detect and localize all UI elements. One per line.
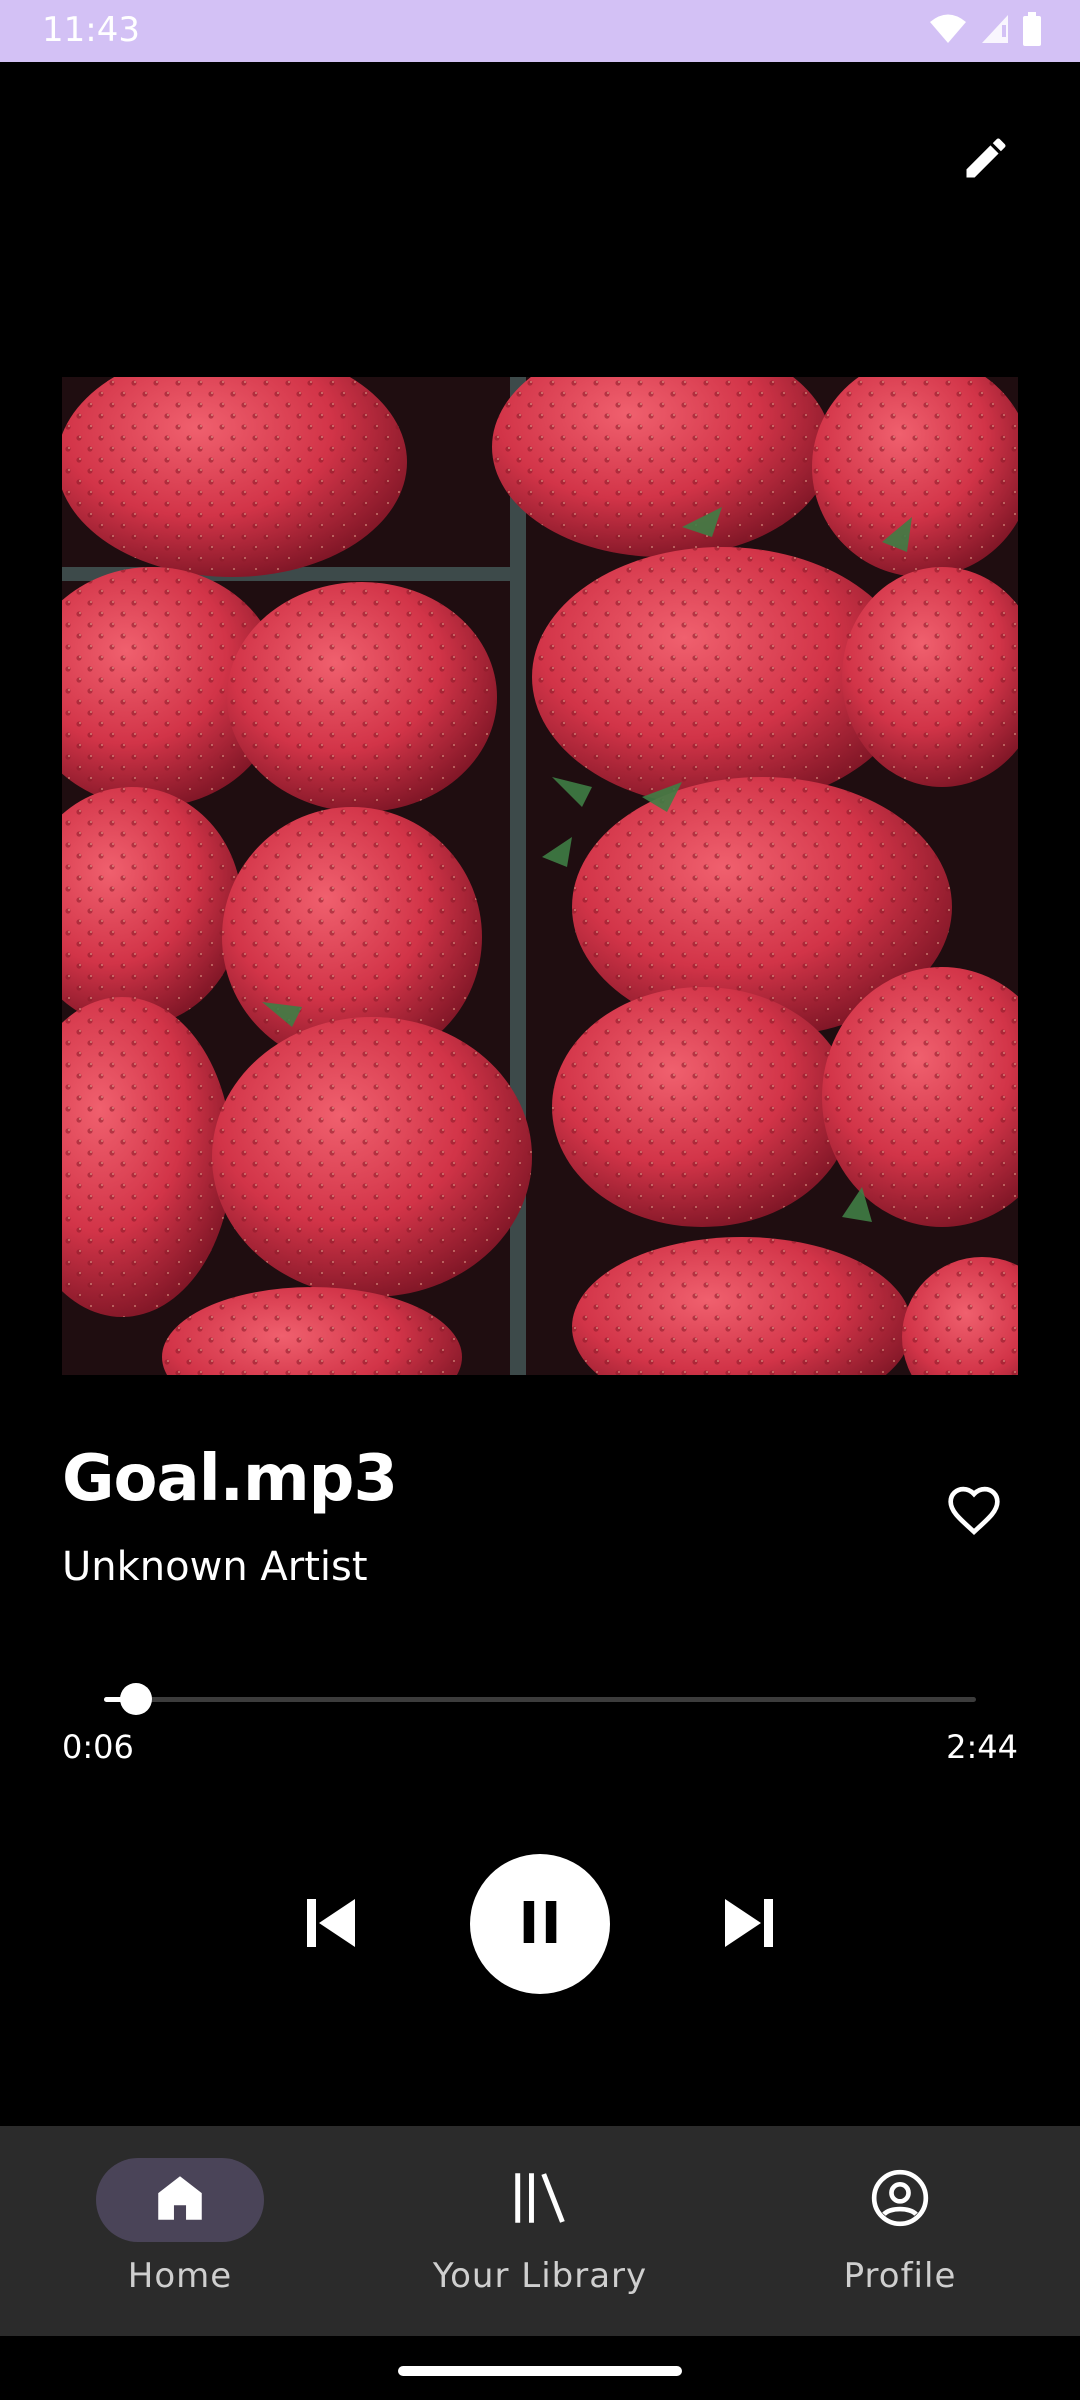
pause-icon — [512, 1894, 568, 1954]
time-total: 2:44 — [946, 1728, 1018, 1766]
nav-active-indicator — [96, 2158, 264, 2242]
status-bar: 11:43 — [0, 0, 1080, 62]
cell-signal-icon — [980, 13, 1010, 49]
home-gesture-bar[interactable] — [398, 2366, 682, 2376]
nav-icon-container — [456, 2158, 624, 2242]
player-screen: 11:43 Goal.mp3 Unknown Artist 0:06 2:44 … — [0, 0, 1080, 2400]
favorite-button[interactable] — [938, 1478, 1010, 1550]
previous-button[interactable] — [286, 1880, 376, 1970]
song-title: Goal.mp3 — [62, 1442, 398, 1516]
status-time: 11:43 — [42, 10, 140, 50]
heart-outline-icon — [946, 1484, 1002, 1544]
progress-thumb[interactable] — [120, 1683, 153, 1715]
edit-button[interactable] — [948, 122, 1024, 198]
song-artist: Unknown Artist — [62, 1544, 368, 1590]
nav-label-profile: Profile — [843, 2256, 957, 2296]
nav-item-library[interactable]: Your Library — [390, 2126, 690, 2336]
nav-item-profile[interactable]: Profile — [750, 2126, 1050, 2336]
skip-previous-icon — [295, 1887, 367, 1963]
status-icons — [928, 12, 1042, 50]
bottom-navigation: Home Your Library Profile — [0, 2126, 1080, 2336]
next-button[interactable] — [704, 1880, 794, 1970]
nav-icon-container — [816, 2158, 984, 2242]
nav-item-home[interactable]: Home — [30, 2126, 330, 2336]
album-artwork — [62, 377, 1018, 1375]
nav-label-home: Home — [127, 2256, 233, 2296]
account-circle-icon — [869, 2167, 931, 2233]
play-pause-button[interactable] — [470, 1854, 610, 1994]
skip-next-icon — [713, 1887, 785, 1963]
battery-icon — [1022, 12, 1042, 50]
progress-slider[interactable] — [104, 1683, 976, 1715]
album-artwork-strawberries — [62, 377, 1018, 1375]
wifi-icon — [928, 13, 968, 49]
home-icon — [151, 2169, 209, 2231]
time-elapsed: 0:06 — [62, 1728, 134, 1766]
nav-label-library: Your Library — [432, 2256, 648, 2296]
pencil-icon — [960, 132, 1012, 188]
library-icon — [507, 2165, 573, 2235]
